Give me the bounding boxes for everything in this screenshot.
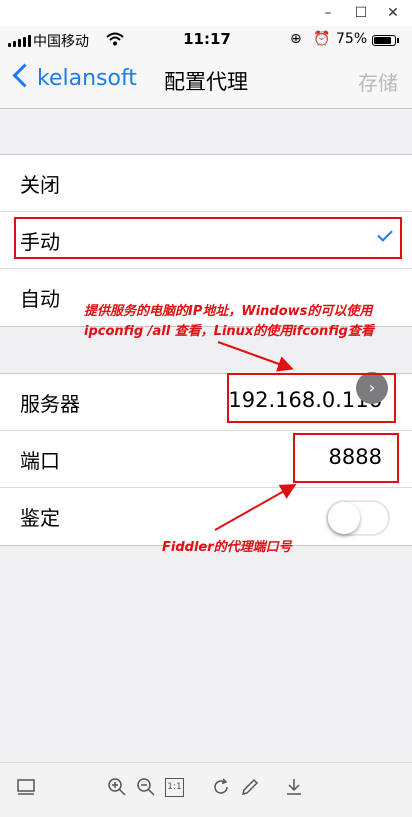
rotate-icon[interactable] bbox=[210, 776, 232, 798]
arrow-to-port bbox=[214, 484, 297, 531]
panel-icon[interactable] bbox=[15, 776, 37, 798]
annotation-arrows bbox=[214, 341, 297, 531]
screenshot-frame: – ☐ ✕ 中国移动 11:17 ⊕ ⏰ 75% kelansoft 配置代理 … bbox=[0, 0, 412, 817]
ip-annotation-line2: ipconfig /all 查看，Linux的使用ifconfig查看 bbox=[84, 324, 374, 339]
download-icon[interactable] bbox=[283, 776, 305, 798]
edit-icon[interactable] bbox=[239, 776, 261, 798]
zoom-in-icon[interactable] bbox=[106, 776, 128, 798]
ip-annotation-line1: 提供服务的电脑的IP地址，Windows的可以使用 bbox=[84, 304, 373, 319]
zoom-out-icon[interactable] bbox=[135, 776, 157, 798]
arrow-to-server bbox=[217, 341, 294, 372]
port-annotation: Fiddler的代理端口号 bbox=[162, 540, 292, 555]
viewer-toolbar: 1:1 bbox=[0, 762, 412, 817]
actual-size-icon[interactable]: 1:1 bbox=[165, 778, 184, 797]
